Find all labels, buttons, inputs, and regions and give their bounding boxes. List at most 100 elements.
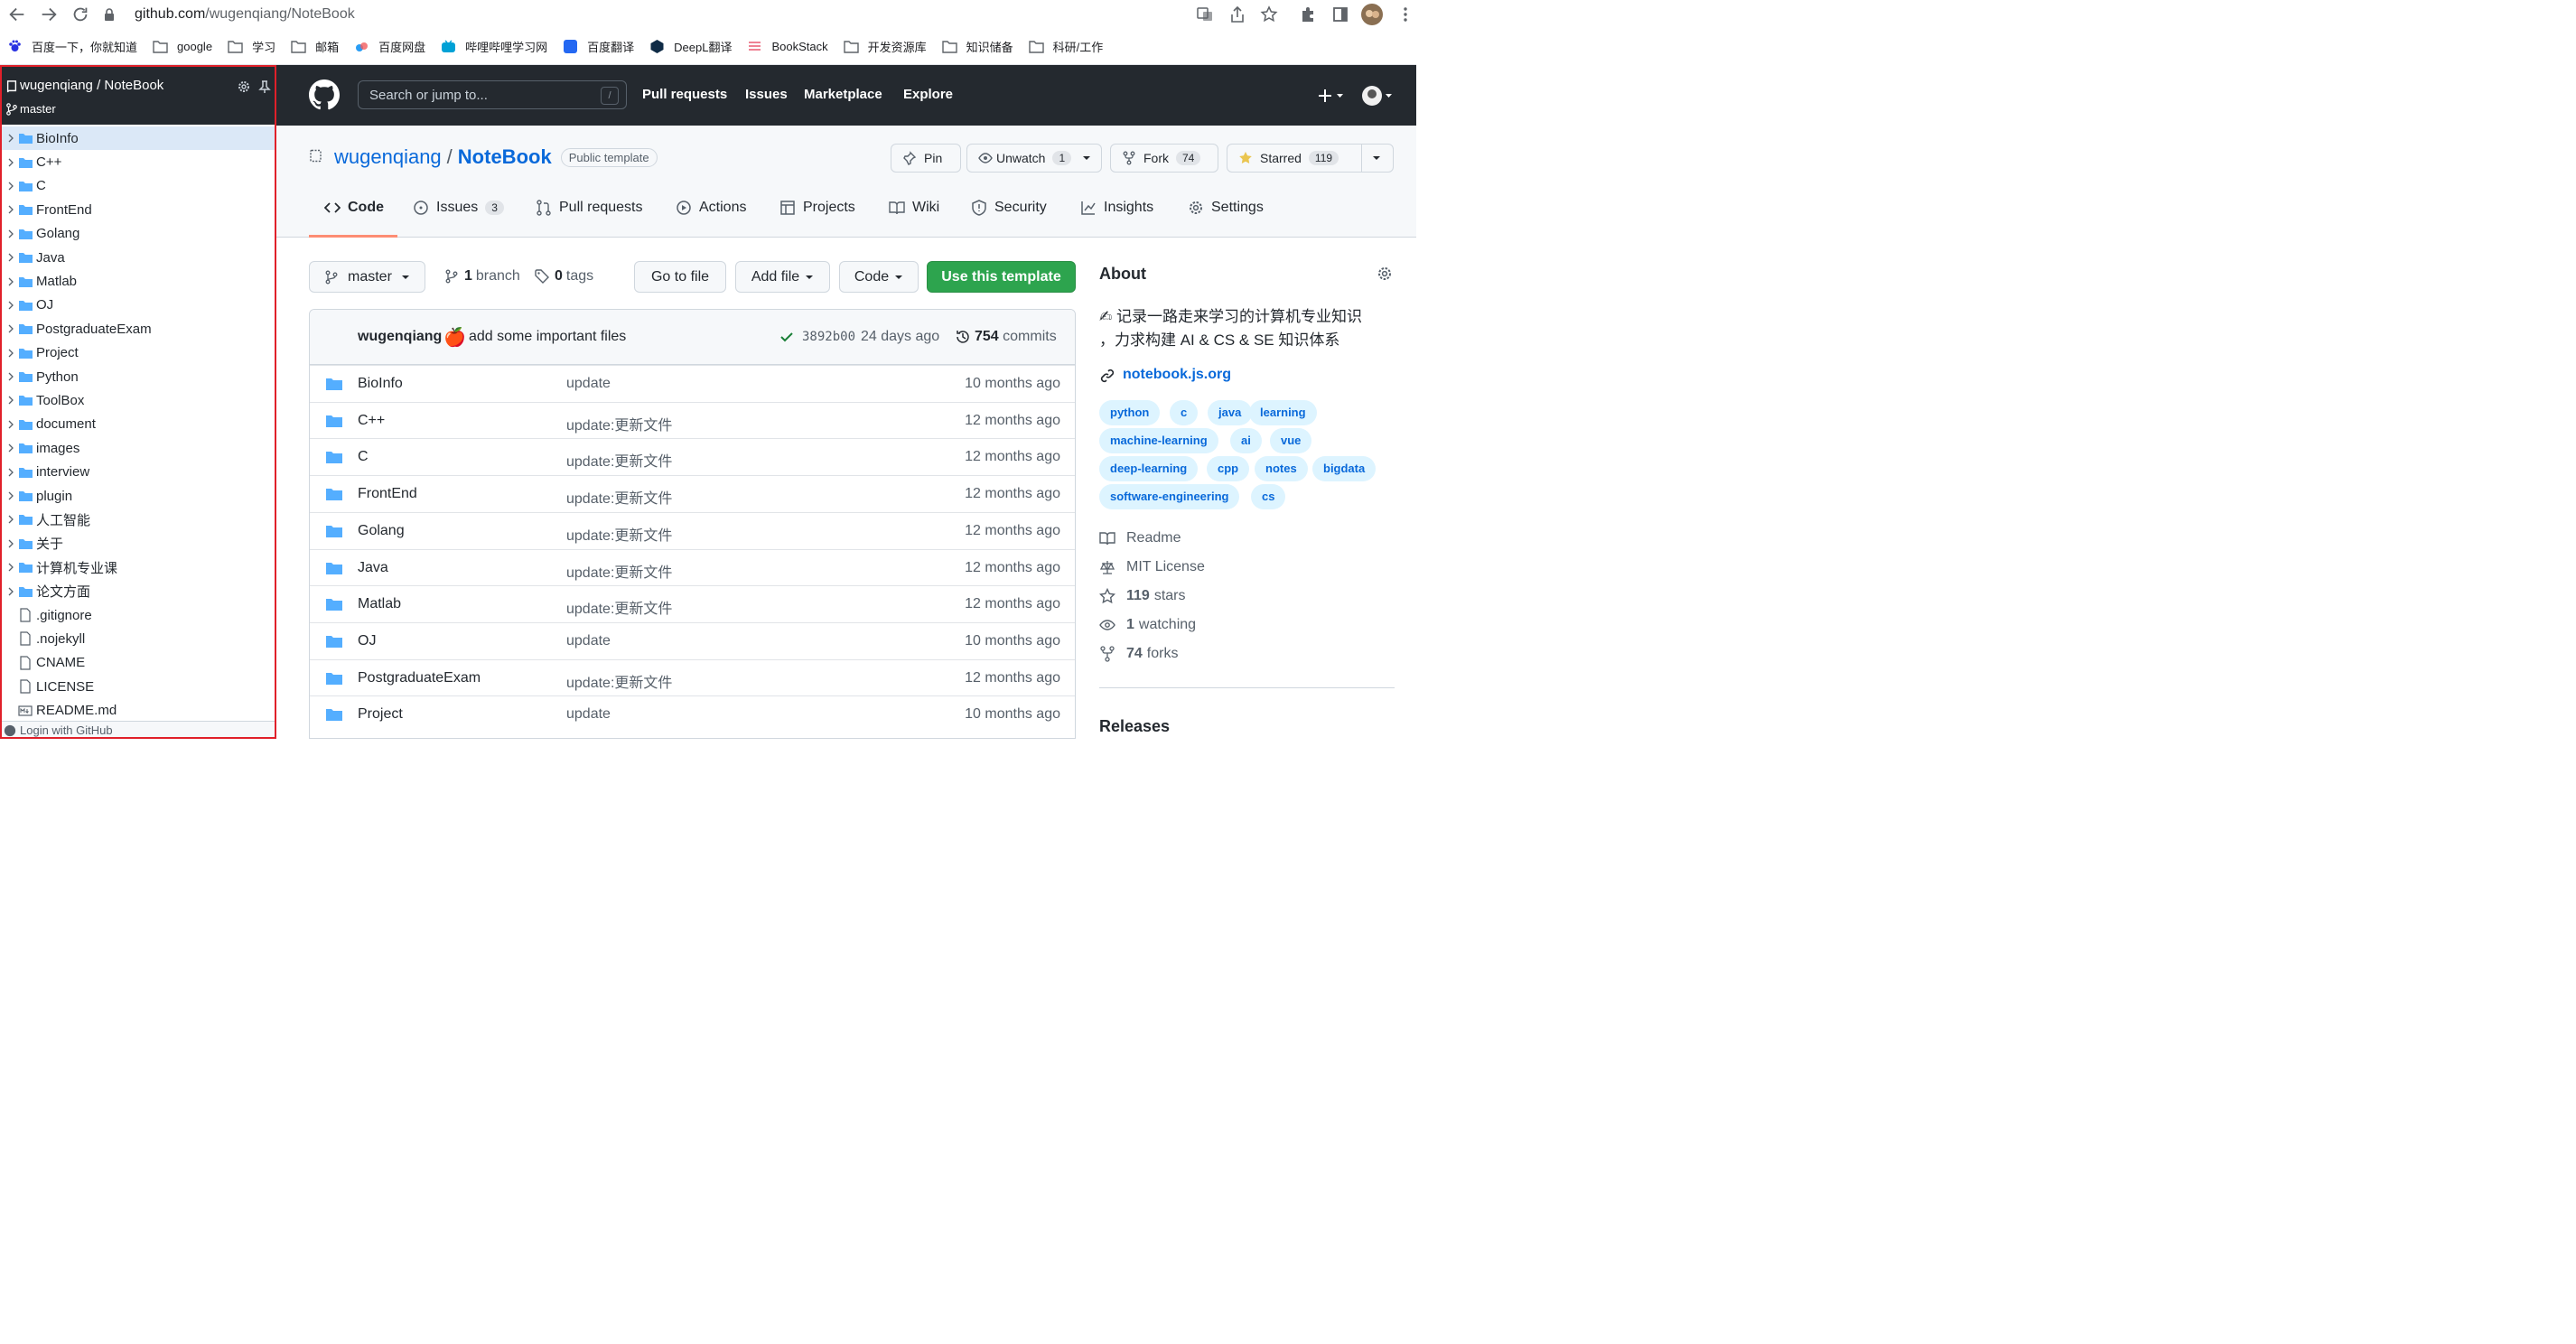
file-name-link[interactable]: FrontEnd [358,486,417,502]
tree-file-item[interactable]: .nojekyll [2,627,275,650]
readme-link[interactable]: Readme [1099,530,1181,546]
starred-button[interactable]: Starred 119 [1227,144,1394,173]
chevron-right-icon[interactable] [6,182,15,191]
chevron-right-icon[interactable] [6,253,15,262]
bookmark-item[interactable]: DeepL翻译 [649,38,732,55]
chevron-right-icon[interactable] [6,349,15,358]
topic-tag[interactable]: learning [1249,400,1317,425]
file-name-link[interactable]: Golang [358,523,405,539]
bookmark-item[interactable]: google [153,39,212,54]
tree-file-item[interactable]: .gitignore [2,603,275,627]
chevron-right-icon[interactable] [6,301,15,310]
side-panel-icon[interactable] [1331,5,1349,23]
user-avatar[interactable] [1361,85,1394,107]
topic-tag[interactable]: ai [1230,428,1262,453]
tab-insights[interactable]: Insights [1080,200,1153,216]
chevron-right-icon[interactable] [6,277,15,286]
code-dropdown-button[interactable]: Code [839,261,919,293]
topic-tag[interactable]: cpp [1207,456,1250,481]
file-commit-message[interactable]: update [566,633,611,649]
file-name-link[interactable]: OJ [358,633,376,649]
forks-link[interactable]: 74 forks [1099,646,1178,662]
commit-author[interactable]: wugenqiang [358,329,442,345]
chevron-right-icon[interactable] [6,324,15,333]
login-with-github-link[interactable]: Login with GitHub [20,723,113,737]
pin-icon[interactable] [257,79,272,94]
topic-tag[interactable]: bigdata [1312,456,1377,481]
search-input[interactable]: Search or jump to... / [358,80,627,109]
file-name-link[interactable]: Project [358,706,403,723]
stars-link[interactable]: 119 stars [1099,588,1185,604]
file-commit-message[interactable]: update:更新文件 [566,413,672,434]
extensions-icon[interactable] [1299,5,1317,23]
file-commit-message[interactable]: update:更新文件 [566,596,672,618]
chevron-right-icon[interactable] [6,515,15,524]
topic-tag[interactable]: cs [1251,484,1286,509]
chevron-right-icon[interactable] [6,420,15,429]
file-name-link[interactable]: C [358,449,369,465]
commit-message[interactable]: add some important files [469,329,626,345]
tree-folder-item[interactable]: 计算机专业课 [2,555,275,579]
chevron-right-icon[interactable] [6,396,15,405]
reload-icon[interactable] [70,5,90,24]
sidebar-repo-title[interactable]: wugenqiang / NoteBook [20,78,163,93]
tree-file-item[interactable]: README.md [2,698,275,722]
branches-link[interactable]: 1 branch [444,268,520,285]
unwatch-button[interactable]: Unwatch 1 [966,144,1102,173]
sidebar-footer[interactable]: Login with GitHub [2,721,275,737]
repo-owner-link[interactable]: wugenqiang [334,145,442,169]
go-to-file-button[interactable]: Go to file [634,261,726,293]
file-commit-message[interactable]: update [566,706,611,723]
chevron-right-icon[interactable] [6,134,15,143]
tree-folder-item[interactable]: 论文方面 [2,579,275,602]
tree-folder-item[interactable]: OJ [2,294,275,317]
chevron-right-icon[interactable] [6,372,15,381]
tree-folder-item[interactable]: Project [2,341,275,365]
translate-icon[interactable] [1196,5,1214,23]
tree-folder-item[interactable]: Python [2,365,275,388]
tree-folder-item[interactable]: 人工智能 [2,508,275,531]
tab-code[interactable]: Code [324,200,384,216]
topic-tag[interactable]: python [1099,400,1161,425]
tree-folder-item[interactable]: images [2,436,275,460]
releases-heading[interactable]: Releases [1099,717,1170,736]
tree-folder-item[interactable]: Golang [2,222,275,246]
commits-link[interactable]: 754 commits [975,329,1057,345]
file-commit-message[interactable]: update:更新文件 [566,449,672,471]
homepage-link[interactable]: notebook.js.org [1123,367,1231,383]
share-icon[interactable] [1228,5,1246,23]
tree-folder-item[interactable]: ToolBox [2,388,275,412]
chevron-right-icon[interactable] [6,158,15,167]
tree-folder-item[interactable]: interview [2,460,275,483]
tags-link[interactable]: 0 tags [535,268,593,285]
tree-folder-item[interactable]: Matlab [2,269,275,293]
file-commit-message[interactable]: update [566,376,611,392]
fork-button[interactable]: Fork 74 [1110,144,1218,173]
bookmark-item[interactable]: 哔哩哔哩学习网 [441,38,547,55]
topic-tag[interactable]: machine-learning [1099,428,1218,453]
repo-name-link[interactable]: NoteBook [458,145,552,169]
watching-link[interactable]: 1 watching [1099,617,1196,633]
bookmark-star-icon[interactable] [1260,5,1278,23]
file-name-link[interactable]: BioInfo [358,376,403,392]
tree-folder-item[interactable]: PostgraduateExam [2,317,275,341]
topic-tag[interactable]: vue [1270,428,1312,453]
tree-folder-item[interactable]: document [2,413,275,436]
profile-avatar-icon[interactable] [1361,4,1383,25]
gear-icon[interactable] [237,79,251,94]
bookmark-item[interactable]: 开发资源库 [843,38,927,55]
tree-folder-item[interactable]: Java [2,246,275,269]
address-bar[interactable]: github.com/wugenqiang/NoteBook [102,2,1114,27]
tab-actions[interactable]: Actions [676,200,746,216]
tab-projects[interactable]: Projects [779,200,855,216]
use-this-template-button[interactable]: Use this template [927,261,1076,293]
nav-explore[interactable]: Explore [903,87,953,102]
bookmark-item[interactable]: 知识储备 [941,38,1013,55]
branch-select-button[interactable]: master [309,261,425,293]
nav-marketplace[interactable]: Marketplace [804,87,882,102]
bookmark-item[interactable]: 学习 [228,38,275,55]
bookmark-item[interactable]: 邮箱 [291,38,339,55]
license-link[interactable]: MIT License [1099,559,1205,575]
chevron-right-icon[interactable] [6,587,15,596]
tab-settings[interactable]: Settings [1188,200,1264,216]
